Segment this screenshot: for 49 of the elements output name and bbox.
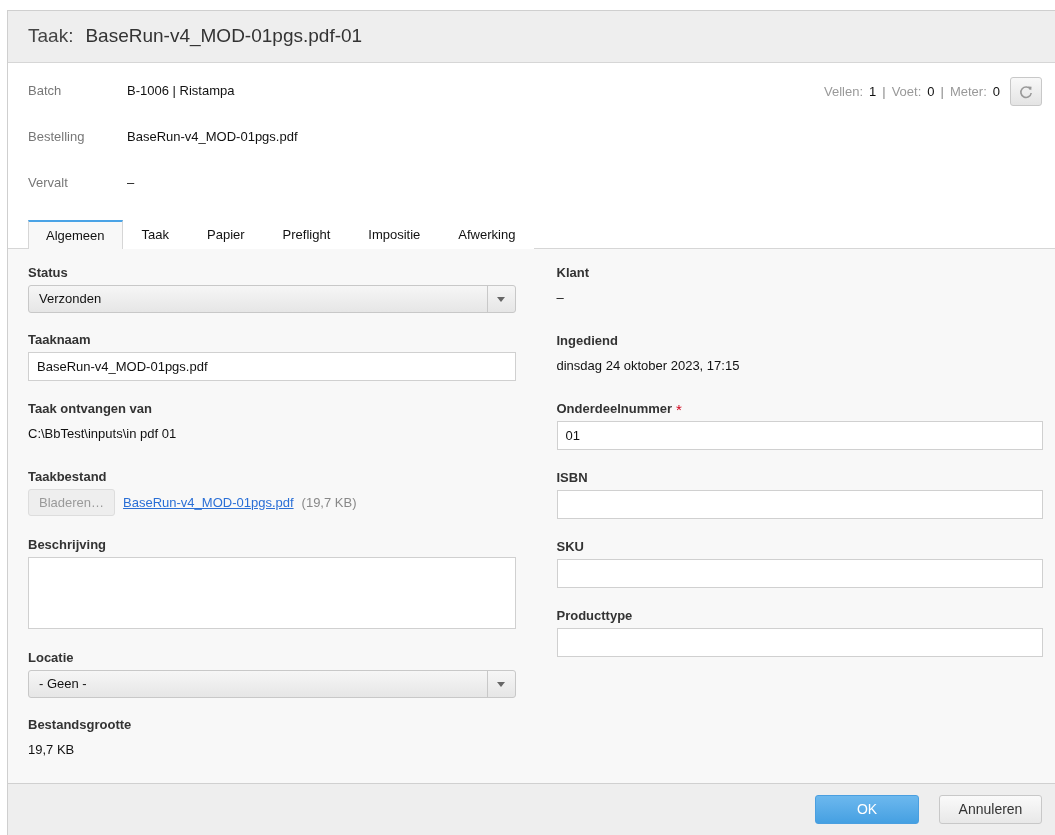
caret-icon [497, 296, 505, 302]
info-value: BaseRun-v4_MOD-01pgs.pdf [127, 128, 298, 147]
info-label: Batch [28, 82, 63, 101]
dialog-title-label: Taak: [28, 24, 74, 49]
refresh-icon [1019, 84, 1033, 99]
field-label: Taakbestand [28, 470, 107, 484]
stat-value: 0 [992, 83, 1000, 102]
stat-value: 0 [927, 83, 935, 102]
dropdown-select[interactable]: - Geen - [28, 670, 516, 698]
cancel-button[interactable]: Annuleren [939, 795, 1042, 824]
field-label: ISBN [556, 471, 588, 485]
file-size: (19,7 KB) [301, 493, 357, 512]
field-label: Locatie [28, 651, 74, 665]
field-label: Onderdeelnummer [556, 402, 673, 416]
input-field[interactable]: 01 [556, 421, 1043, 450]
refresh-button[interactable] [1010, 77, 1042, 106]
info-label: Vervalt [28, 174, 69, 193]
input-field[interactable]: BaseRun-v4_MOD-01pgs.pdf [28, 352, 516, 381]
field-value: dinsdag 24 oktober 2023, 17:15 [556, 358, 741, 374]
field-label: Ingediend [556, 334, 618, 348]
field-label: Status [28, 266, 68, 280]
info-value: – [127, 174, 135, 193]
field-label: Beschrijving [28, 538, 107, 552]
field-label: Producttype [556, 609, 633, 623]
input-field[interactable] [556, 559, 1043, 588]
field-value: 19,7 KB [28, 742, 76, 758]
field-label: Taaknaam [28, 333, 91, 347]
stat-separator: | [940, 83, 944, 102]
field-label: Taak ontvangen van [28, 402, 152, 416]
stat-label: Vellen: [824, 83, 864, 102]
caret-icon [497, 681, 505, 687]
stat-label: Meter: [949, 83, 987, 102]
info-value: B-1006 | Ristampa [127, 82, 235, 101]
dropdown-select[interactable]: Verzonden [28, 285, 516, 313]
dialog-title: BaseRun-v4_MOD-01pgs.pdf-01 [85, 24, 363, 49]
info-label: Bestelling [28, 128, 86, 147]
input-field[interactable] [556, 628, 1043, 657]
stat-separator: | [882, 83, 886, 102]
stat-label: Voet: [891, 83, 922, 102]
required-mark: * [676, 402, 682, 417]
field-label: SKU [556, 540, 584, 554]
input-field[interactable] [556, 490, 1043, 519]
field-label: Bestandsgrootte [28, 718, 132, 732]
tab[interactable]: Algemeen [28, 220, 123, 249]
field-value: – [556, 290, 565, 306]
description-field[interactable] [28, 557, 516, 629]
field-label: Klant [556, 266, 589, 280]
stat-value: 1 [869, 83, 877, 102]
field-value: C:\BbTest\inputs\in pdf 01 [28, 426, 178, 442]
